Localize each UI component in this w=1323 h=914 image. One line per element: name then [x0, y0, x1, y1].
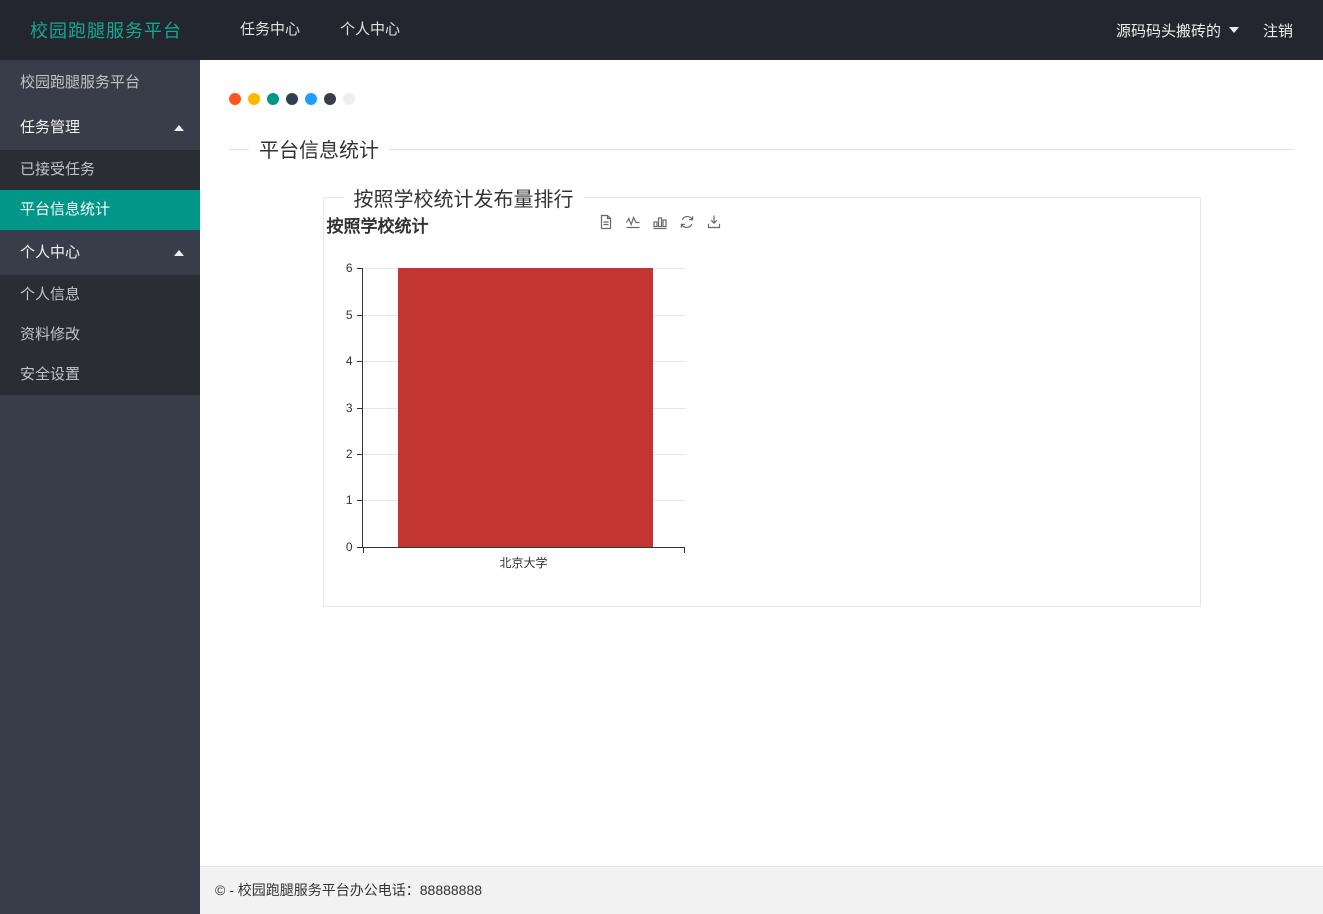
chevron-up-icon	[174, 125, 184, 131]
section-title: 平台信息统计	[249, 134, 389, 163]
bar-chart: 按照学校统计	[325, 199, 745, 579]
sidebar-group-label: 个人中心	[20, 244, 80, 261]
bar-beijing-university[interactable]	[398, 268, 653, 547]
user-dropdown[interactable]: 源码码头搬砖的	[1104, 20, 1251, 41]
chart-title: 按照学校统计	[327, 212, 429, 237]
y-axis-label: 1	[346, 493, 353, 507]
y-axis-tick	[357, 361, 362, 362]
header-right: 源码码头搬砖的 注销	[1104, 0, 1293, 60]
restore-icon[interactable]	[678, 213, 696, 231]
sidebar: 校园跑腿服务平台 任务管理 已接受任务 平台信息统计 个人中心 个人信息 资料修…	[0, 60, 200, 914]
top-nav: 任务中心 个人中心	[220, 0, 420, 60]
sidebar-item-platform-stats[interactable]: 平台信息统计	[0, 190, 200, 230]
chart-panel: 按照学校统计发布量排行 按照学校统计	[323, 197, 1201, 607]
x-axis-category-label: 北京大学	[499, 554, 547, 571]
sidebar-item-personal-info[interactable]: 个人信息	[0, 275, 200, 315]
plot-area: 6 5 4 3 2 1 0 北京大学	[362, 268, 685, 548]
status-dot	[305, 93, 317, 105]
y-axis-label: 0	[346, 540, 353, 554]
y-axis-label: 3	[346, 401, 353, 415]
data-view-icon[interactable]	[597, 213, 615, 231]
sidebar-item-profile-edit[interactable]: 资料修改	[0, 315, 200, 355]
y-axis-label: 5	[346, 308, 353, 322]
sidebar-submenu-personal: 个人信息 资料修改 安全设置	[0, 275, 200, 395]
sidebar-submenu-task: 已接受任务 平台信息统计	[0, 150, 200, 230]
status-dot	[324, 93, 336, 105]
nav-item-task-center[interactable]: 任务中心	[220, 0, 320, 60]
y-axis-label: 4	[346, 354, 353, 368]
status-dot	[286, 93, 298, 105]
y-axis-tick	[357, 500, 362, 501]
status-dot	[267, 93, 279, 105]
sidebar-item-security-settings[interactable]: 安全设置	[0, 355, 200, 395]
color-dots-row	[229, 93, 1323, 105]
y-axis-tick	[357, 408, 362, 409]
sidebar-group-personal-center[interactable]: 个人中心	[0, 230, 200, 275]
y-axis-label: 2	[346, 447, 353, 461]
section-divider: 平台信息统计	[229, 149, 1294, 177]
main-content: 平台信息统计 按照学校统计发布量排行 按照学校统计	[200, 60, 1323, 866]
x-axis-tick	[684, 548, 685, 553]
download-icon[interactable]	[705, 213, 723, 231]
sidebar-group-task-management[interactable]: 任务管理	[0, 105, 200, 150]
footer-text: © - 校园跑腿服务平台办公电话：88888888	[215, 882, 482, 898]
logout-button[interactable]: 注销	[1263, 20, 1293, 41]
sidebar-group-label: 任务管理	[20, 119, 80, 136]
line-chart-icon[interactable]	[624, 213, 642, 231]
y-axis-tick	[357, 315, 362, 316]
username-label: 源码码头搬砖的	[1116, 20, 1221, 41]
status-dot	[343, 93, 355, 105]
footer: © - 校园跑腿服务平台办公电话：88888888	[200, 866, 1323, 914]
status-dot	[248, 93, 260, 105]
brand-logo[interactable]: 校园跑腿服务平台	[0, 17, 200, 43]
sidebar-item-accepted-tasks[interactable]: 已接受任务	[0, 150, 200, 190]
top-navbar: 校园跑腿服务平台 任务中心 个人中心 源码码头搬砖的 注销	[0, 0, 1323, 60]
nav-item-personal-center[interactable]: 个人中心	[320, 0, 420, 60]
bar-chart-icon[interactable]	[651, 213, 669, 231]
y-axis-tick	[357, 547, 362, 548]
chart-toolbox	[597, 213, 723, 231]
y-axis-label: 6	[346, 261, 353, 275]
status-dot	[229, 93, 241, 105]
y-axis-tick	[357, 268, 362, 269]
sidebar-item-home[interactable]: 校园跑腿服务平台	[0, 60, 200, 105]
chevron-up-icon	[174, 250, 184, 256]
y-axis-tick	[357, 454, 362, 455]
x-axis-tick	[363, 548, 364, 553]
chevron-down-icon	[1229, 27, 1239, 33]
